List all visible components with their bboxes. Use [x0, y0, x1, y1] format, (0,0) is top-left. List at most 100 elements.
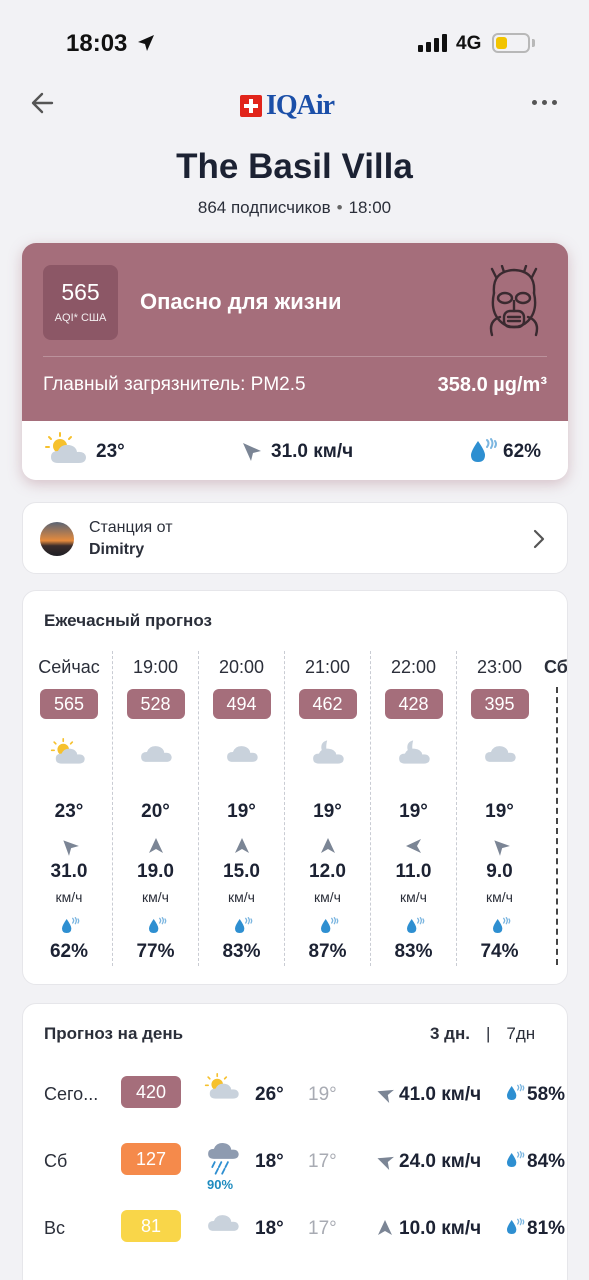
cloud-icon — [481, 737, 519, 772]
day-aqi-badge: 420 — [121, 1076, 181, 1108]
day-wind-speed: 41.0 км/ч — [399, 1084, 482, 1105]
wind-unit: км/ч — [314, 889, 341, 905]
current-wind-speed: 31.0 км/ч — [271, 441, 354, 462]
day-high-temp: 18° — [255, 1218, 284, 1239]
update-time: 18:00 — [348, 198, 392, 217]
wind-unit: км/ч — [142, 889, 169, 905]
hour-humidity: 83% — [394, 941, 433, 962]
day-low-temp: 17° — [308, 1151, 337, 1172]
chevron-right-icon[interactable] — [531, 527, 547, 551]
day-high-temp: 18° — [255, 1151, 284, 1172]
day-label: Сего... — [44, 1084, 99, 1104]
station-label: Станция от — [89, 519, 173, 536]
partly-cloudy-icon — [45, 432, 86, 463]
hour-humidity: 87% — [308, 941, 347, 962]
night-cloud-icon — [395, 737, 433, 772]
aqi-status: Опасно для жизни — [140, 289, 342, 314]
wind-unit: км/ч — [400, 889, 427, 905]
hourly-forecast-card[interactable]: Ежечасный прогноз Сейчас 565 23° 31.0 км/ч 62… — [22, 590, 568, 985]
battery-icon — [492, 33, 530, 53]
hour-wind-speed: 15.0 — [223, 861, 260, 882]
pollutant-name: PM2.5 — [250, 374, 306, 395]
station-avatar — [40, 522, 74, 556]
wind-unit: км/ч — [55, 889, 83, 905]
daily-forecast-card: Прогноз на день 3 дн. | 7дн Сего... 420 26… — [22, 1003, 568, 1280]
hour-aqi-badge: 395 — [470, 689, 529, 719]
current-weather-strip: 23° 31.0 км/ч 62% — [22, 421, 568, 480]
hour-aqi-badge: 528 — [126, 689, 185, 719]
hour-aqi-badge: 494 — [212, 689, 271, 719]
wind-direction-icon — [60, 837, 79, 860]
day-humidity: 58% — [527, 1084, 566, 1105]
cellular-signal-icon — [418, 34, 447, 52]
hour-label: 20:00 — [218, 657, 265, 677]
status-bar: 18:03 4G — [0, 0, 589, 80]
wind-direction-icon — [405, 837, 423, 860]
day-humidity: 81% — [527, 1218, 566, 1239]
day-wind-speed: 10.0 км/ч — [399, 1218, 482, 1239]
hour-humidity: 74% — [480, 941, 519, 962]
hour-wind-speed: 12.0 — [309, 861, 346, 882]
hour-wind-speed: 19.0 — [137, 861, 174, 882]
hour-temperature: 19° — [313, 801, 342, 822]
hourly-column: 19:00 528 20° 19.0 км/ч 77% — [112, 651, 198, 966]
day-humidity: 84% — [527, 1151, 566, 1172]
day-high-temp: 26° — [255, 1084, 284, 1105]
battery-cap — [532, 39, 535, 47]
rain-cloud-icon — [204, 1139, 242, 1182]
hourly-column: 23:00 395 19° 9.0 км/ч 74% — [456, 651, 542, 966]
cloud-icon — [204, 1206, 242, 1241]
humidity-icon — [504, 1149, 526, 1174]
main-pollutant: Главный загрязнитель: PM2.5 — [43, 374, 306, 395]
hour-label: 21:00 — [304, 657, 351, 677]
hour-label: Сейчас — [38, 657, 100, 677]
back-arrow-icon[interactable] — [28, 88, 58, 118]
day-wind-speed: 24.0 км/ч — [399, 1151, 482, 1172]
followers-count: 864 подписчиков — [197, 198, 331, 217]
humidity-icon — [504, 1082, 526, 1107]
gas-mask-icon — [489, 265, 539, 337]
day-label: Сб — [44, 1151, 68, 1171]
toggle-7-days[interactable]: 7дн — [506, 1024, 535, 1044]
hour-temperature: 19° — [227, 801, 256, 822]
hourly-column: 20:00 494 19° 15.0 км/ч 83% — [198, 651, 284, 966]
partly-cloudy-icon — [204, 1072, 242, 1107]
hour-aqi-badge: 565 — [40, 689, 98, 719]
day-label: Вс — [44, 1218, 66, 1238]
more-options-icon[interactable] — [532, 100, 557, 105]
day-low-temp: 19° — [308, 1084, 337, 1105]
network-type: 4G — [456, 33, 482, 54]
day-low-temp: 17° — [308, 1218, 337, 1239]
hourly-column: Сейчас 565 23° 31.0 км/ч 62% — [26, 651, 112, 966]
day-aqi-badge: 81 — [121, 1210, 181, 1242]
hour-wind-speed: 31.0 — [50, 861, 88, 882]
pollutant-concentration: 358.0 µg/m³ — [437, 374, 547, 396]
daily-row: Вс 81 18° 17° 10.0 км/ч 81% — [23, 1204, 569, 1254]
next-day-label: Сб — [544, 657, 568, 677]
hourly-column: 21:00 462 19° 12.0 км/ч 87% — [284, 651, 370, 966]
hour-wind-speed: 9.0 — [486, 861, 513, 882]
hour-label: 23:00 — [476, 657, 523, 677]
humidity-icon — [146, 915, 168, 940]
brand-name: IQAir — [266, 90, 335, 121]
hour-humidity: 77% — [136, 941, 175, 962]
hour-label: 22:00 — [390, 657, 437, 677]
wind-direction-icon — [491, 837, 510, 860]
current-humidity: 62% — [503, 441, 542, 462]
wind-unit: км/ч — [228, 889, 255, 905]
station-card[interactable]: Станция от Dimitry — [22, 502, 568, 574]
forecast-range-toggle: 3 дн. | 7дн — [430, 1024, 535, 1044]
hour-temperature: 20° — [141, 801, 170, 822]
humidity-icon — [404, 915, 426, 940]
aqi-value-box: 565 AQI* США — [43, 265, 118, 340]
humidity-icon — [504, 1216, 526, 1241]
wind-direction-icon — [376, 1219, 394, 1242]
toggle-separator: | — [485, 1024, 491, 1043]
toggle-3-days[interactable]: 3 дн. — [430, 1024, 470, 1044]
aqi-value: 565 — [61, 279, 100, 305]
precipitation-chance: 90% — [207, 1177, 234, 1192]
aqi-scale-label: AQI* США — [54, 312, 107, 324]
page-title: The Basil Villa — [176, 147, 413, 186]
humidity-icon — [471, 438, 497, 462]
humidity-icon — [318, 915, 340, 940]
